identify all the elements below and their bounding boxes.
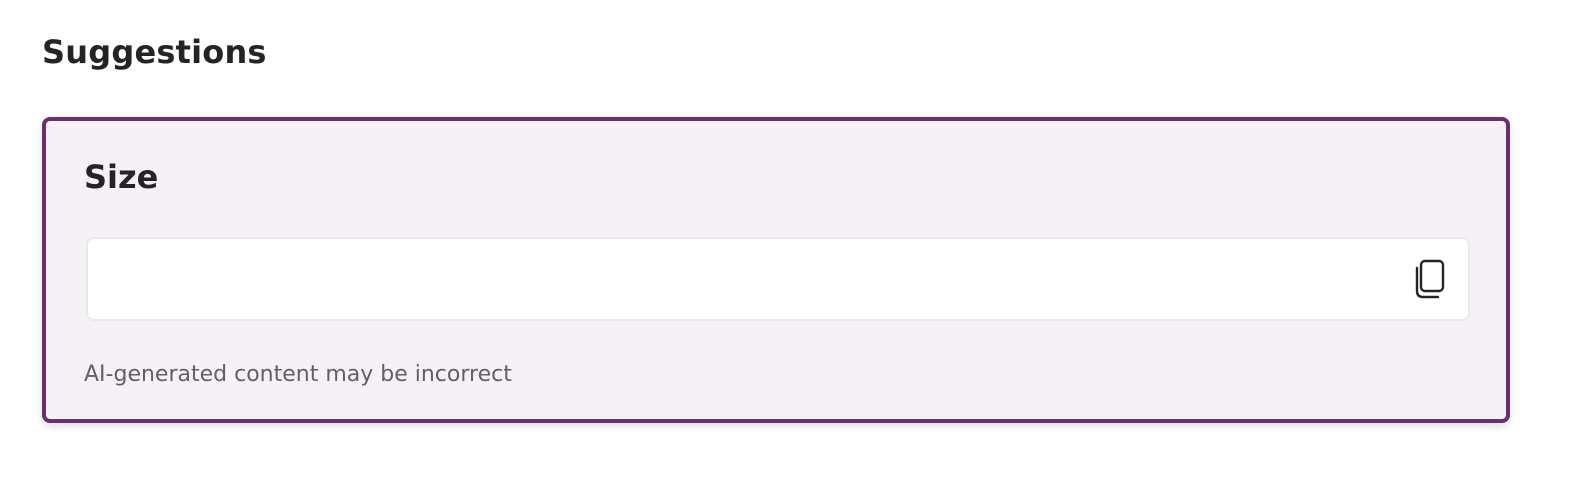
suggestions-heading: Suggestions [42, 33, 267, 71]
suggestion-card-title: Size [84, 158, 159, 196]
suggestions-panel: Suggestions Size AI-generated content ma… [0, 0, 1590, 483]
ai-disclaimer: AI-generated content may be incorrect [84, 362, 512, 387]
suggestion-card-size: Size AI-generated content may be incorre… [42, 117, 1510, 423]
copy-button[interactable] [1410, 257, 1450, 301]
suggestion-value-box [86, 237, 1470, 321]
copy-icon [1415, 259, 1445, 299]
